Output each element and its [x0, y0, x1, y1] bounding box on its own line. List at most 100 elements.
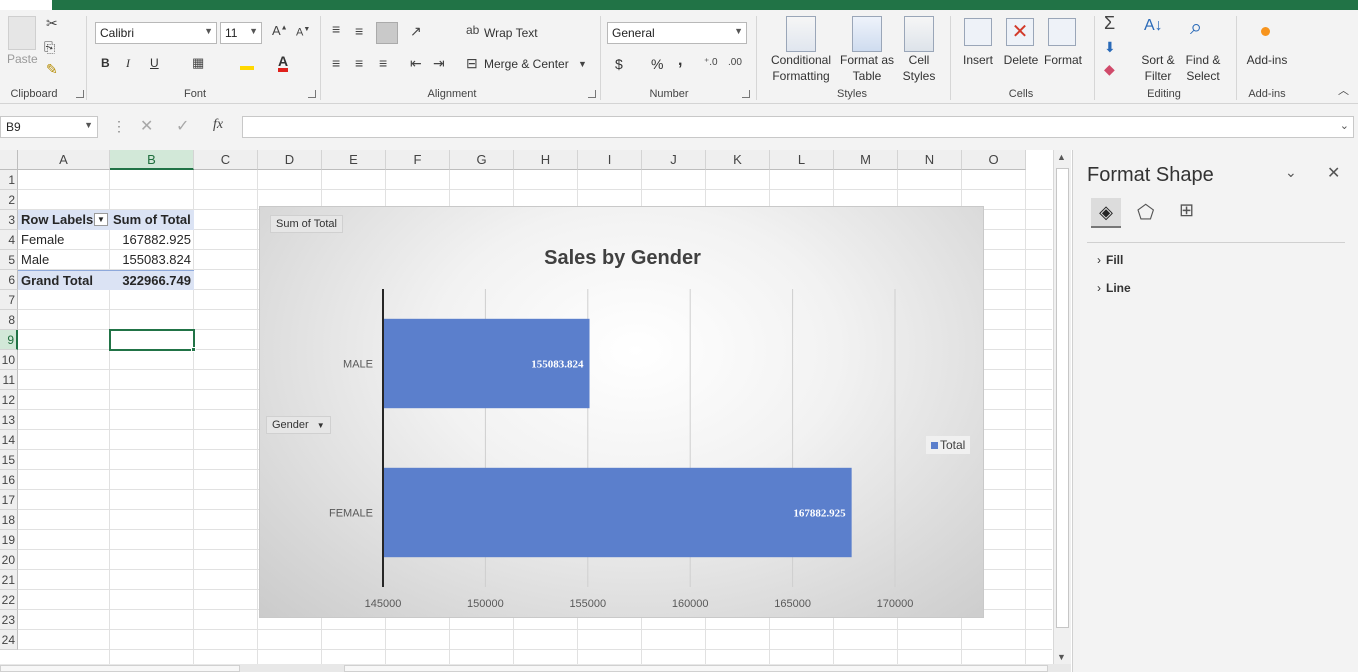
comma-button[interactable]: ,: [678, 52, 682, 70]
column-header[interactable]: J: [642, 150, 706, 170]
enter-icon[interactable]: ✓: [176, 116, 189, 136]
row-header[interactable]: 6: [0, 270, 18, 290]
cell-styles-button[interactable]: Cell Styles: [898, 52, 940, 84]
align-center-icon[interactable]: ≡: [355, 56, 363, 70]
pivot-row-value[interactable]: 167882.925: [110, 230, 194, 250]
fill-down-icon[interactable]: ⬇: [1104, 40, 1116, 54]
row-header[interactable]: 14: [0, 430, 18, 450]
row-header[interactable]: 21: [0, 570, 18, 590]
chevron-down-icon[interactable]: ▼: [578, 60, 587, 69]
cut-icon[interactable]: ✂: [46, 16, 58, 30]
underline-button[interactable]: U: [150, 56, 159, 70]
clear-icon[interactable]: ◆: [1104, 62, 1115, 76]
row-header[interactable]: 13: [0, 410, 18, 430]
increase-indent-icon[interactable]: ⇥: [433, 56, 445, 70]
horizontal-scrollbar[interactable]: [344, 665, 1048, 672]
row-header[interactable]: 17: [0, 490, 18, 510]
column-header[interactable]: H: [514, 150, 578, 170]
fill-color-icon[interactable]: [240, 56, 254, 70]
row-header[interactable]: 4: [0, 230, 18, 250]
wrap-text-button[interactable]: Wrap Text: [484, 26, 538, 40]
vertical-scrollbar[interactable]: ▲ ▼: [1053, 150, 1071, 666]
cancel-icon[interactable]: ✕: [140, 116, 153, 136]
column-header[interactable]: N: [898, 150, 962, 170]
sort-filter-button[interactable]: Sort & Filter: [1138, 52, 1178, 84]
formula-input[interactable]: ⌄: [242, 116, 1354, 138]
sheet-tabs[interactable]: [0, 665, 240, 672]
pane-options-chevron-icon[interactable]: ⌄: [1285, 164, 1297, 181]
font-size-combo[interactable]: 11 ▼: [220, 22, 262, 44]
filter-dropdown-icon[interactable]: ▼: [94, 213, 108, 226]
expand-formula-icon[interactable]: ⌄: [1340, 119, 1349, 132]
column-header[interactable]: D: [258, 150, 322, 170]
row-header[interactable]: 1: [0, 170, 18, 190]
wrap-text-icon[interactable]: ab: [466, 24, 479, 36]
column-header[interactable]: G: [450, 150, 514, 170]
scrollbar-thumb[interactable]: [1056, 168, 1069, 628]
format-as-table-button[interactable]: Format as Table: [838, 52, 896, 84]
cell-styles-icon[interactable]: [904, 16, 934, 52]
increase-font-icon[interactable]: A▲: [272, 24, 288, 37]
column-header[interactable]: F: [386, 150, 450, 170]
copy-icon[interactable]: ⎘: [44, 40, 55, 54]
format-icon[interactable]: [1048, 18, 1076, 46]
close-icon[interactable]: ✕: [1327, 163, 1340, 183]
name-box[interactable]: B9 ▼: [0, 116, 98, 138]
row-header[interactable]: 12: [0, 390, 18, 410]
active-cell[interactable]: [109, 329, 195, 351]
row-header[interactable]: 8: [0, 310, 18, 330]
row-header[interactable]: 10: [0, 350, 18, 370]
row-header[interactable]: 19: [0, 530, 18, 550]
format-as-table-icon[interactable]: [852, 16, 882, 52]
find-select-button[interactable]: Find & Select: [1180, 52, 1226, 84]
decrease-indent-icon[interactable]: ⇤: [410, 56, 422, 70]
add-ins-button[interactable]: Add-ins: [1242, 52, 1292, 68]
row-header[interactable]: 23: [0, 610, 18, 630]
row-header[interactable]: 20: [0, 550, 18, 570]
fill-section[interactable]: › Fill: [1097, 253, 1123, 267]
line-section[interactable]: › Line: [1097, 281, 1131, 295]
column-header[interactable]: M: [834, 150, 898, 170]
align-middle-icon[interactable]: ≡: [355, 24, 363, 38]
align-top-icon[interactable]: ≡: [332, 22, 340, 36]
insert-button[interactable]: Insert: [958, 52, 998, 68]
align-right-icon[interactable]: ≡: [379, 56, 387, 70]
font-name-combo[interactable]: Calibri ▼: [95, 22, 217, 44]
paste-label[interactable]: Paste: [7, 52, 38, 66]
merge-center-icon[interactable]: ⊟: [466, 56, 478, 70]
pivot-grand-total-value[interactable]: 322966.749: [110, 270, 194, 290]
pivot-row-label[interactable]: Male: [18, 250, 110, 270]
alignment-launcher[interactable]: [588, 90, 596, 98]
size-properties-tab-icon[interactable]: ⊞: [1179, 200, 1194, 221]
home-tab[interactable]: [0, 0, 52, 10]
row-header[interactable]: 7: [0, 290, 18, 310]
column-header[interactable]: B: [110, 150, 194, 170]
column-header[interactable]: C: [194, 150, 258, 170]
delete-icon[interactable]: ✕: [1006, 18, 1034, 46]
decrease-font-icon[interactable]: A▼: [296, 26, 310, 39]
increase-decimal-icon[interactable]: ⁺.0: [704, 58, 718, 68]
column-header[interactable]: L: [770, 150, 834, 170]
select-all-button[interactable]: [0, 150, 18, 170]
collapse-ribbon-icon[interactable]: ︿: [1338, 86, 1349, 97]
scroll-down-icon[interactable]: ▼: [1057, 652, 1066, 662]
conditional-formatting-icon[interactable]: [786, 16, 816, 52]
column-header[interactable]: K: [706, 150, 770, 170]
number-launcher[interactable]: [742, 90, 750, 98]
row-header[interactable]: 2: [0, 190, 18, 210]
pivot-header-sum[interactable]: Sum of Total: [110, 210, 194, 230]
autosum-icon[interactable]: Σ: [1104, 14, 1115, 32]
column-header[interactable]: O: [962, 150, 1026, 170]
pivot-header-row-labels[interactable]: Row Labels ▼: [18, 210, 110, 230]
row-header[interactable]: 3: [0, 210, 18, 230]
row-header[interactable]: 16: [0, 470, 18, 490]
fill-line-tab-icon[interactable]: ◈: [1091, 198, 1121, 228]
font-launcher[interactable]: [308, 90, 316, 98]
conditional-formatting-button[interactable]: Conditional Formatting: [766, 52, 836, 84]
row-header[interactable]: 24: [0, 630, 18, 650]
scroll-up-icon[interactable]: ▲: [1057, 152, 1066, 162]
merge-center-button[interactable]: Merge & Center: [484, 57, 569, 71]
add-ins-icon[interactable]: [1261, 27, 1270, 36]
row-header[interactable]: 5: [0, 250, 18, 270]
borders-icon[interactable]: ▦: [192, 56, 204, 69]
